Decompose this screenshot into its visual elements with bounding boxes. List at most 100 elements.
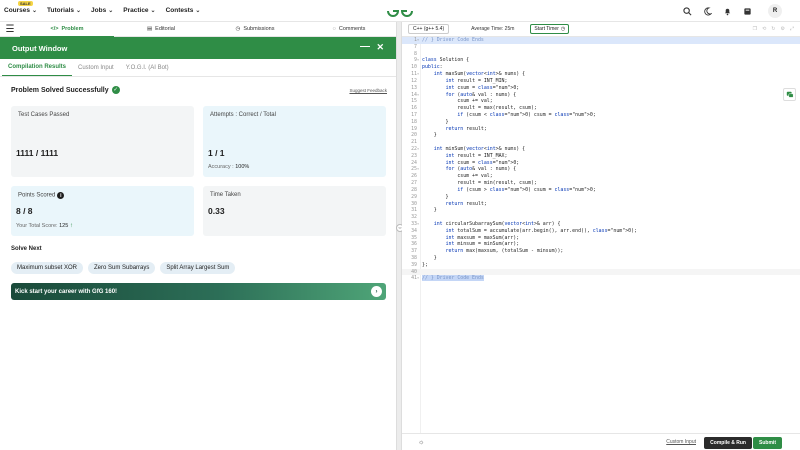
tab-comments[interactable]: ◌ Comments xyxy=(302,22,396,37)
code-line[interactable]: 23 int result = INT_MAX; xyxy=(402,153,800,160)
fullscreen-icon[interactable]: ⤢ xyxy=(790,26,794,32)
code-line[interactable]: 17 if (csum < class="num">0) csum = clas… xyxy=(402,112,800,119)
code-line[interactable]: 41▾// } Driver Code Ends xyxy=(402,275,800,282)
code-line[interactable]: 29 } xyxy=(402,194,800,201)
moon-icon[interactable] xyxy=(702,6,713,17)
tab-problem[interactable]: </> Problem xyxy=(20,22,114,37)
line-number: 15 xyxy=(411,98,417,105)
lightbulb-icon[interactable]: ☼ xyxy=(418,439,424,446)
code-line[interactable]: 8 xyxy=(402,51,800,58)
refresh-icon[interactable]: ↻ xyxy=(771,26,775,32)
tab-custom-input[interactable]: Custom Input xyxy=(72,65,120,76)
copy-icon[interactable]: ❐ xyxy=(753,26,757,32)
code-line[interactable]: 12 int result = INT_MIN; xyxy=(402,78,800,85)
code-line[interactable]: 35 int maxsum = maxSum(arr); xyxy=(402,235,800,242)
fold-arrow-icon[interactable]: ▾ xyxy=(417,57,420,64)
compile-run-button[interactable]: Compile & Run xyxy=(704,437,752,449)
fold-arrow-icon[interactable]: ▾ xyxy=(417,37,420,44)
nav-jobs[interactable]: Jobs ⌄ xyxy=(91,7,113,14)
code-line[interactable]: 36 int minsum = minSum(arr); xyxy=(402,241,800,248)
code-line[interactable]: 1▾// } Driver Code Ends xyxy=(402,37,800,44)
code-line[interactable]: 20 } xyxy=(402,132,800,139)
menu-icon[interactable]: ☰ xyxy=(0,24,20,35)
code-text: int result = INT_MAX; xyxy=(445,152,508,159)
chip-split-array-largest-sum[interactable]: Split Array Largest Sum xyxy=(160,262,236,274)
code-line[interactable]: 34 int totalSum = accumulate(arr.begin()… xyxy=(402,228,800,235)
chip-maximum-subset-xor[interactable]: Maximum subset XOR xyxy=(11,262,84,274)
code-text: result = max(result, csum); xyxy=(422,105,537,112)
accuracy-value: 100% xyxy=(235,164,250,170)
code-line[interactable]: 27 result = min(result, csum); xyxy=(402,180,800,187)
search-icon[interactable] xyxy=(682,6,693,17)
suggest-feedback-link[interactable]: Suggest Feedback xyxy=(349,88,387,93)
chip-zero-sum-subarrays[interactable]: Zero Sum Subarrays xyxy=(88,262,156,274)
gfg160-banner[interactable]: Kick start your career with GfG 160! › xyxy=(11,283,386,300)
settings-icon[interactable]: ⚙ xyxy=(781,26,785,32)
tab-yogi-ai-bot[interactable]: Y.O.G.I. (AI Bot) xyxy=(120,65,175,76)
fold-arrow-icon[interactable]: ▾ xyxy=(417,166,420,173)
info-icon[interactable]: i xyxy=(57,192,65,199)
code-line[interactable]: 15 csum += val; xyxy=(402,98,800,105)
chevron-right-icon[interactable]: › xyxy=(371,286,382,297)
gfg-logo-icon[interactable] xyxy=(386,3,414,19)
code-line[interactable]: 31 } xyxy=(402,207,800,214)
fold-arrow-icon[interactable]: ▾ xyxy=(417,275,420,282)
code-line[interactable]: 25▾ for (auto& val : nums) { xyxy=(402,166,800,173)
fold-arrow-icon[interactable]: ▾ xyxy=(417,146,420,153)
code-line[interactable]: 18 } xyxy=(402,119,800,126)
code-line[interactable]: 19 return result; xyxy=(402,126,800,133)
code-line[interactable]: 26 csum += val; xyxy=(402,173,800,180)
code-line[interactable]: 10 public: xyxy=(402,64,800,71)
code-line[interactable]: 30 return result; xyxy=(402,201,800,208)
code-line[interactable]: 13 int csum = class="num">0; xyxy=(402,85,800,92)
code-line[interactable]: 22▾ int minSum(vector<int>& nums) { xyxy=(402,146,800,153)
chevron-down-icon: ⌄ xyxy=(108,8,114,14)
time-card: Time Taken 0.33 xyxy=(203,186,386,236)
line-number: 23 xyxy=(411,152,417,159)
code-line[interactable]: 9▾ class Solution { xyxy=(402,57,800,64)
code-text: if (csum > class="num">0) csum = class="… xyxy=(457,186,596,193)
start-timer-button[interactable]: Start Timer ◷ xyxy=(530,24,570,34)
code-line[interactable]: 24 int csum = class="num">0; xyxy=(402,160,800,167)
nav-tutorials[interactable]: Tutorials ⌄ xyxy=(47,7,81,14)
code-line[interactable]: 16 result = max(result, csum); xyxy=(402,105,800,112)
code-line[interactable]: 33▾ int circularSubarraySum(vector<int>&… xyxy=(402,221,800,228)
code-line[interactable]: 11▾ int maxSum(vector<int>& nums) { xyxy=(402,71,800,78)
line-number: 36 xyxy=(411,241,417,248)
tab-editorial[interactable]: ▤ Editorial xyxy=(114,22,208,37)
nav-courses[interactable]: SALE Courses ⌄ xyxy=(4,1,37,14)
code-line[interactable]: 21 xyxy=(402,139,800,146)
code-line[interactable]: 28 if (csum > class="num">0) csum = clas… xyxy=(402,187,800,194)
code-text: class Solution { xyxy=(422,57,470,64)
chat-icon[interactable] xyxy=(783,88,796,101)
nav-practice-label: Practice xyxy=(123,7,149,14)
bookmark-icon[interactable] xyxy=(742,6,753,17)
code-line[interactable]: 32 xyxy=(402,214,800,221)
code-line[interactable]: 37 return max(maxsum, (totalSum - minsum… xyxy=(402,248,800,255)
fold-arrow-icon[interactable]: ▾ xyxy=(417,71,420,78)
language-select[interactable]: C++ (g++ 5.4) xyxy=(408,24,450,34)
line-number: 27 xyxy=(411,180,417,187)
custom-input-link[interactable]: Custom Input xyxy=(666,439,696,445)
avatar[interactable]: R xyxy=(768,4,782,18)
nav-contests[interactable]: Contests ⌄ xyxy=(166,7,201,14)
nav-practice[interactable]: Practice ⌄ xyxy=(123,7,155,14)
code-line[interactable]: 7 xyxy=(402,44,800,51)
submit-button[interactable]: Submit xyxy=(753,437,782,449)
code-editor[interactable]: 1▾// } Driver Code Ends 7 8 9▾ class Solutio… xyxy=(402,37,800,433)
code-text: return max(maxsum, (totalSum - minsum)); xyxy=(445,248,564,255)
close-icon[interactable]: ✕ xyxy=(376,42,384,53)
bell-icon[interactable] xyxy=(722,6,733,17)
code-line[interactable]: 40 xyxy=(402,268,800,276)
code-line[interactable]: 38 } xyxy=(402,255,800,262)
fold-arrow-icon[interactable]: ▾ xyxy=(417,221,420,228)
code-line[interactable]: 14▾ for (auto& val : nums) { xyxy=(402,92,800,99)
code-line[interactable]: 39}; xyxy=(402,262,800,269)
tab-submissions[interactable]: ◷ Submissions xyxy=(208,22,302,37)
tab-compilation-results[interactable]: Compilation Results xyxy=(2,64,73,76)
line-number: 21 xyxy=(411,139,417,146)
minimize-icon[interactable]: — xyxy=(360,41,370,52)
nav-jobs-label: Jobs xyxy=(91,7,107,14)
fold-arrow-icon[interactable]: ▾ xyxy=(417,92,420,99)
reset-icon[interactable]: ⟲ xyxy=(762,26,766,32)
